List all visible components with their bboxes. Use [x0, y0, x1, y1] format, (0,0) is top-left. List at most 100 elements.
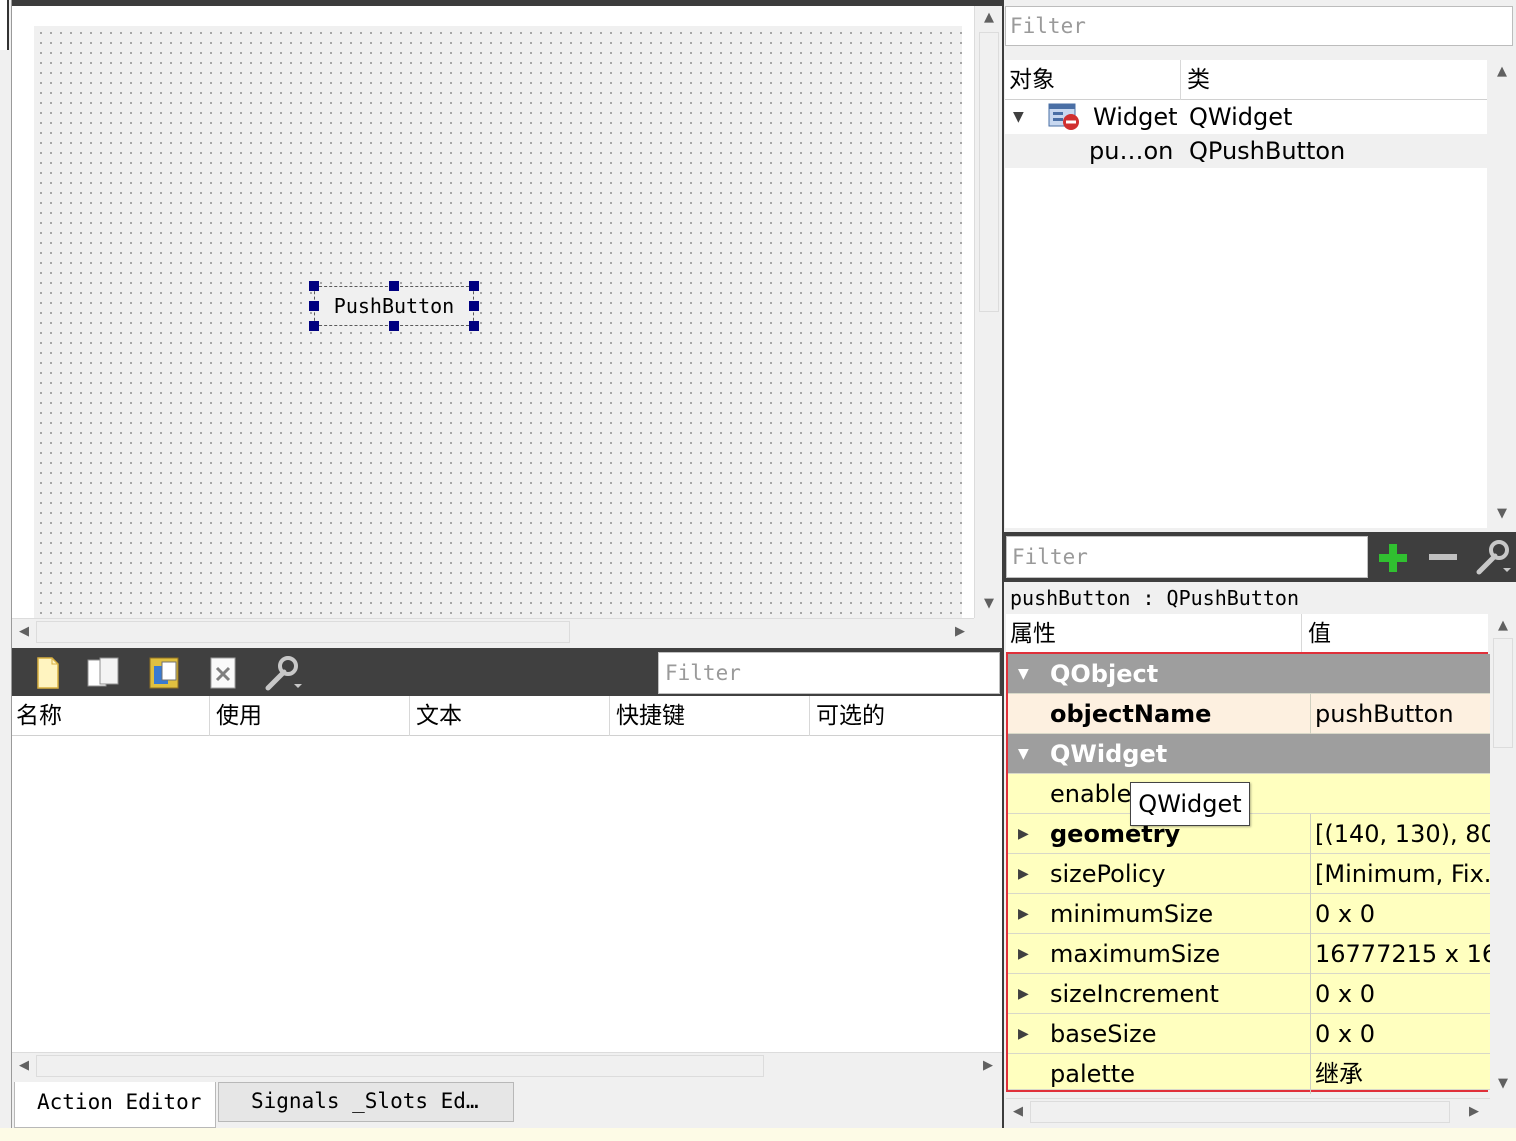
- property-hscrollbar[interactable]: ◀ ▶: [1006, 1098, 1490, 1126]
- group-name: QWidget: [1050, 740, 1168, 768]
- action-table-header: 名称 使用 文本 快捷键 可选的: [12, 696, 1002, 736]
- resize-handle-r[interactable]: [469, 301, 479, 311]
- tab-signals-slots-editor[interactable]: Signals _Slots Ed…: [218, 1082, 514, 1122]
- property-row-sizeincrement[interactable]: ▶ sizeIncrement 0 x 0: [1008, 974, 1490, 1014]
- column-header-used[interactable]: 使用: [212, 696, 410, 736]
- scroll-left-arrow-icon[interactable]: ◀: [1008, 1102, 1028, 1122]
- group-row-qobject[interactable]: ▼ QObject: [1008, 654, 1490, 694]
- tab-action-editor[interactable]: Action Editor: [14, 1082, 216, 1128]
- push-button-widget[interactable]: PushButton: [314, 286, 474, 326]
- scroll-down-arrow-icon[interactable]: ▼: [1493, 1074, 1513, 1094]
- group-row-qwidget[interactable]: ▼ QWidget: [1008, 734, 1490, 774]
- property-value[interactable]: 16777215 x 16...: [1310, 934, 1490, 974]
- scroll-down-arrow-icon[interactable]: ▼: [979, 594, 999, 614]
- column-header-text[interactable]: 文本: [412, 696, 610, 736]
- property-name: sizePolicy: [1050, 860, 1166, 888]
- property-value[interactable]: 0 x 0: [1310, 894, 1490, 934]
- object-filter-input[interactable]: Filter: [1005, 6, 1513, 46]
- scroll-up-arrow-icon[interactable]: ▲: [979, 8, 999, 28]
- scroll-right-arrow-icon[interactable]: ▶: [978, 1056, 998, 1076]
- expand-arrow-icon[interactable]: ▶: [1018, 814, 1038, 854]
- current-object-label: pushButton : QPushButton: [1010, 586, 1299, 610]
- object-tree[interactable]: ▼ Widget QWidget pu…on QPushButton: [1005, 100, 1487, 528]
- property-value[interactable]: [(140, 130), 80...: [1310, 814, 1490, 854]
- column-header-property[interactable]: 属性: [1006, 614, 1302, 654]
- copy-action-icon[interactable]: [84, 654, 124, 692]
- scroll-right-arrow-icon[interactable]: ▶: [1464, 1102, 1484, 1122]
- property-row-minimumsize[interactable]: ▶ minimumSize 0 x 0: [1008, 894, 1490, 934]
- canvas-vertical-scrollbar[interactable]: ▲ ▼: [974, 6, 1002, 618]
- expand-arrow-icon[interactable]: ▶: [1018, 934, 1038, 974]
- property-value[interactable]: [Minimum, Fix...: [1310, 854, 1490, 894]
- property-row-basesize[interactable]: ▶ baseSize 0 x 0: [1008, 1014, 1490, 1054]
- property-value[interactable]: 0 x 0: [1310, 1014, 1490, 1054]
- property-name: baseSize: [1050, 1020, 1157, 1048]
- expand-arrow-icon[interactable]: ▶: [1018, 854, 1038, 894]
- scroll-left-arrow-icon[interactable]: ◀: [14, 622, 34, 642]
- column-header-name[interactable]: 名称: [12, 696, 210, 736]
- collapse-arrow-icon[interactable]: ▼: [1013, 100, 1024, 134]
- expand-arrow-icon[interactable]: ▶: [1018, 1014, 1038, 1054]
- property-table[interactable]: ▼ QObject objectName pushButton ▼ QWidge…: [1006, 652, 1490, 1094]
- resize-handle-t[interactable]: [389, 281, 399, 291]
- paste-action-icon[interactable]: [144, 654, 184, 692]
- action-list-hscrollbar[interactable]: ◀ ▶: [12, 1052, 1002, 1080]
- column-header-value[interactable]: 值: [1304, 614, 1488, 654]
- property-name: objectName: [1050, 700, 1212, 728]
- property-name: palette: [1050, 1060, 1135, 1088]
- resize-handle-l[interactable]: [309, 301, 319, 311]
- column-header-checkable[interactable]: 可选的: [812, 696, 1002, 736]
- tree-row-widget[interactable]: ▼ Widget QWidget: [1005, 100, 1487, 134]
- action-hscroll-thumb[interactable]: [36, 1055, 764, 1077]
- delete-action-icon[interactable]: [204, 654, 244, 692]
- tree-row-pushbutton[interactable]: pu…on QPushButton: [1005, 134, 1487, 168]
- scroll-up-arrow-icon[interactable]: ▲: [1492, 62, 1512, 82]
- scroll-right-arrow-icon[interactable]: ▶: [950, 622, 970, 642]
- form-surface[interactable]: [34, 26, 962, 618]
- property-row-sizepolicy[interactable]: ▶ sizePolicy [Minimum, Fix...: [1008, 854, 1490, 894]
- property-row-palette[interactable]: palette 继承: [1008, 1054, 1490, 1094]
- property-vscrollbar[interactable]: ▲ ▼: [1490, 614, 1516, 1098]
- property-value[interactable]: pushButton: [1310, 694, 1490, 734]
- column-header-shortcut[interactable]: 快捷键: [612, 696, 810, 736]
- new-action-icon[interactable]: [28, 654, 68, 692]
- resize-handle-br[interactable]: [469, 321, 479, 331]
- expand-arrow-icon[interactable]: ▶: [1018, 974, 1038, 1014]
- scroll-down-arrow-icon[interactable]: ▼: [1492, 504, 1512, 524]
- property-name: maximumSize: [1050, 940, 1221, 968]
- property-row-objectname[interactable]: objectName pushButton: [1008, 694, 1490, 734]
- tree-class-name: QWidget: [1189, 103, 1293, 131]
- column-header-class[interactable]: 类: [1183, 60, 1487, 100]
- property-value[interactable]: 0 x 0: [1310, 974, 1490, 1014]
- add-dynamic-property-icon[interactable]: [1375, 540, 1411, 574]
- resize-handle-tl[interactable]: [309, 281, 319, 291]
- canvas-vscroll-thumb[interactable]: [979, 32, 999, 312]
- status-bar: [0, 1128, 1516, 1141]
- tree-object-name: pu…on: [1089, 137, 1174, 165]
- property-value[interactable]: 继承: [1310, 1054, 1490, 1094]
- configure-wrench-icon[interactable]: [262, 654, 302, 692]
- property-vscroll-thumb[interactable]: [1493, 638, 1513, 748]
- object-tree-vscrollbar[interactable]: ▲ ▼: [1488, 60, 1516, 528]
- property-row-maximumsize[interactable]: ▶ maximumSize 16777215 x 16...: [1008, 934, 1490, 974]
- property-hscroll-thumb[interactable]: [1030, 1101, 1450, 1123]
- resize-handle-bl[interactable]: [309, 321, 319, 331]
- scroll-up-arrow-icon[interactable]: ▲: [1493, 616, 1513, 636]
- column-header-object[interactable]: 对象: [1005, 60, 1181, 100]
- resize-handle-b[interactable]: [389, 321, 399, 331]
- action-filter-input[interactable]: Filter: [658, 652, 1000, 694]
- property-table-header: 属性 值: [1006, 614, 1488, 654]
- remove-dynamic-property-icon[interactable]: [1425, 540, 1461, 574]
- collapse-arrow-icon[interactable]: ▼: [1018, 654, 1038, 694]
- canvas-horizontal-scrollbar[interactable]: ◀ ▶: [12, 618, 974, 646]
- configure-wrench-icon[interactable]: [1473, 538, 1513, 576]
- collapse-arrow-icon[interactable]: ▼: [1018, 734, 1038, 774]
- tooltip: QWidget: [1130, 782, 1250, 826]
- scroll-left-arrow-icon[interactable]: ◀: [14, 1056, 34, 1076]
- expand-arrow-icon[interactable]: ▶: [1018, 894, 1038, 934]
- tree-class-name: QPushButton: [1189, 137, 1346, 165]
- action-list[interactable]: [12, 736, 1002, 1052]
- resize-handle-tr[interactable]: [469, 281, 479, 291]
- canvas-hscroll-thumb[interactable]: [36, 621, 570, 643]
- property-filter-input[interactable]: Filter: [1006, 536, 1368, 578]
